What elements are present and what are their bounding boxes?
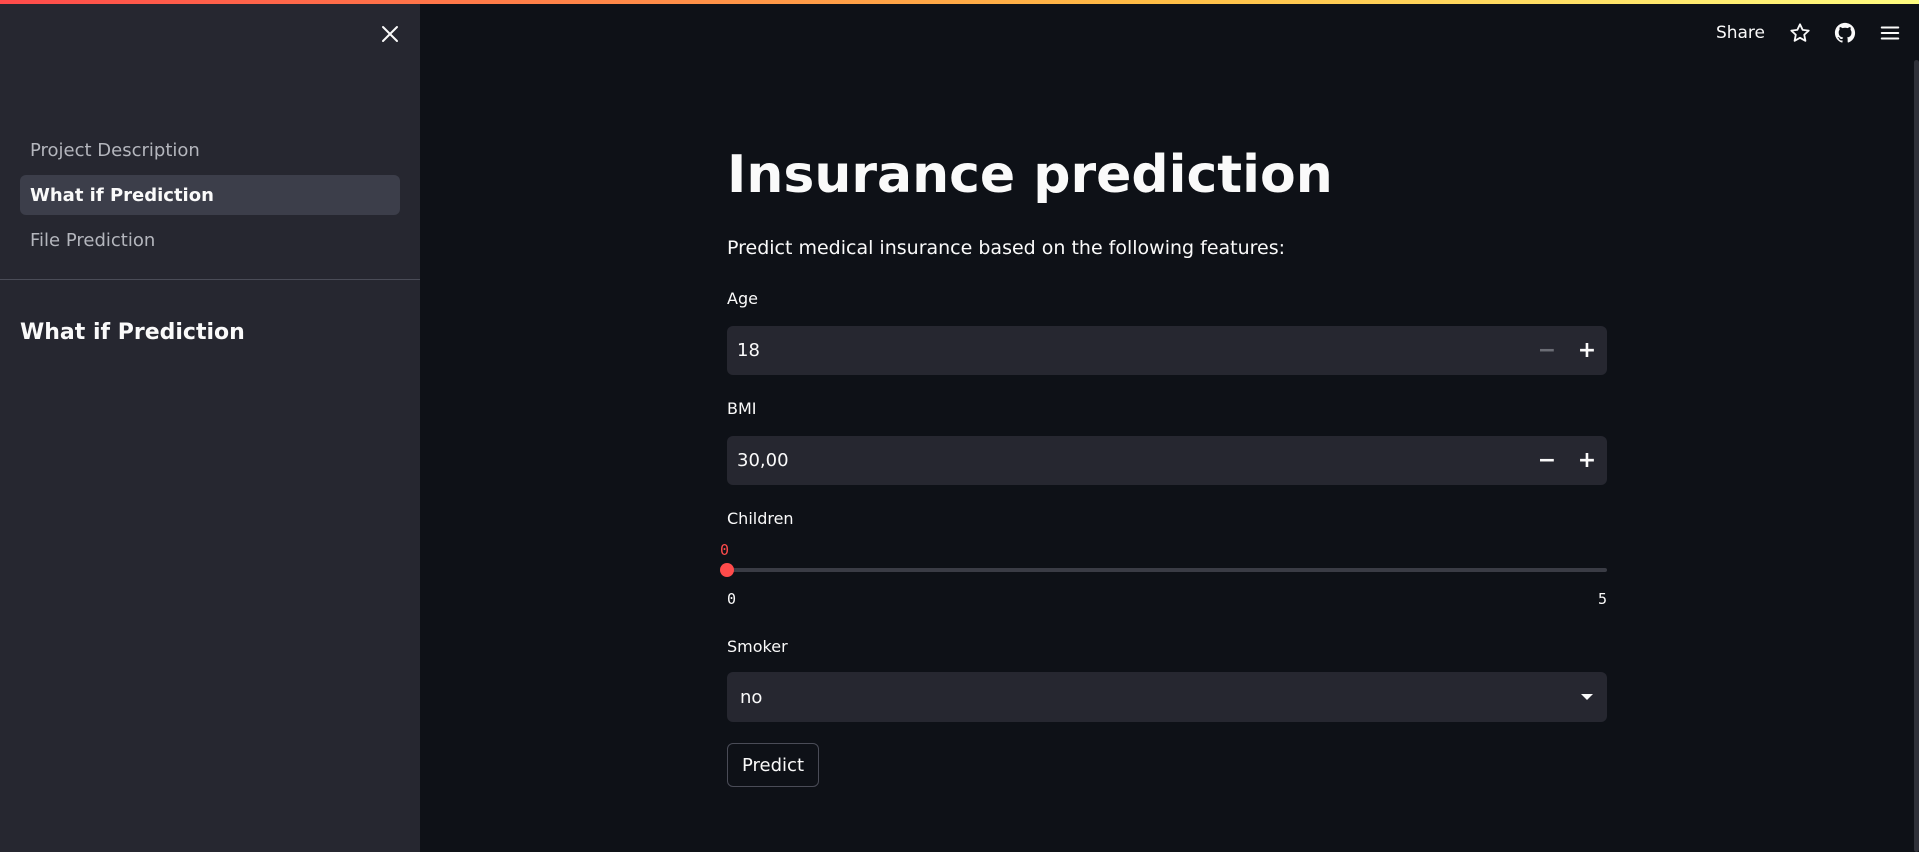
sidebar-item-label: What if Prediction	[30, 184, 214, 206]
age-number-input: 18 − +	[727, 326, 1607, 375]
children-slider-current-value: 0	[720, 541, 730, 559]
scrollbar[interactable]	[1914, 60, 1919, 852]
sidebar-item-project-description[interactable]: Project Description	[20, 130, 400, 170]
age-label: Age	[727, 289, 758, 308]
header-toolbar: Share	[1716, 4, 1919, 62]
top-decoration-bar	[0, 0, 1919, 4]
sidebar: Project Description What if Prediction F…	[0, 0, 420, 852]
share-button[interactable]: Share	[1716, 23, 1765, 43]
sidebar-item-file-prediction[interactable]: File Prediction	[20, 220, 400, 260]
sidebar-item-label: File Prediction	[30, 229, 156, 251]
predict-button[interactable]: Predict	[727, 743, 819, 787]
sidebar-heading: What if Prediction	[20, 320, 245, 345]
close-icon[interactable]	[376, 20, 404, 48]
bmi-label: BMI	[727, 399, 757, 418]
sidebar-item-label: Project Description	[30, 139, 200, 161]
star-icon[interactable]	[1787, 20, 1813, 46]
sidebar-item-what-if-prediction[interactable]: What if Prediction	[20, 175, 400, 215]
page-title: Insurance prediction	[727, 145, 1333, 205]
chevron-down-icon	[1567, 672, 1607, 722]
github-icon[interactable]	[1832, 20, 1858, 46]
bmi-increment-button[interactable]: +	[1567, 436, 1607, 485]
children-slider-thumb[interactable]	[720, 563, 734, 577]
sidebar-divider	[0, 279, 420, 280]
hamburger-menu-icon[interactable]	[1877, 20, 1903, 46]
children-slider-track[interactable]	[727, 568, 1607, 572]
smoker-select[interactable]: no	[727, 672, 1607, 722]
age-decrement-button[interactable]: −	[1527, 326, 1567, 375]
smoker-label: Smoker	[727, 637, 788, 656]
bmi-decrement-button[interactable]: −	[1527, 436, 1567, 485]
smoker-selected-value: no	[740, 686, 763, 708]
children-label: Children	[727, 509, 794, 528]
bmi-number-input: 30,00 − +	[727, 436, 1607, 485]
age-input-value[interactable]: 18	[727, 340, 1527, 361]
bmi-input-value[interactable]: 30,00	[727, 450, 1527, 471]
sidebar-nav: Project Description What if Prediction F…	[20, 130, 400, 265]
page-subtitle: Predict medical insurance based on the f…	[727, 237, 1286, 259]
children-slider-max: 5	[1597, 590, 1607, 608]
age-increment-button[interactable]: +	[1567, 326, 1607, 375]
children-slider-min: 0	[727, 590, 737, 608]
